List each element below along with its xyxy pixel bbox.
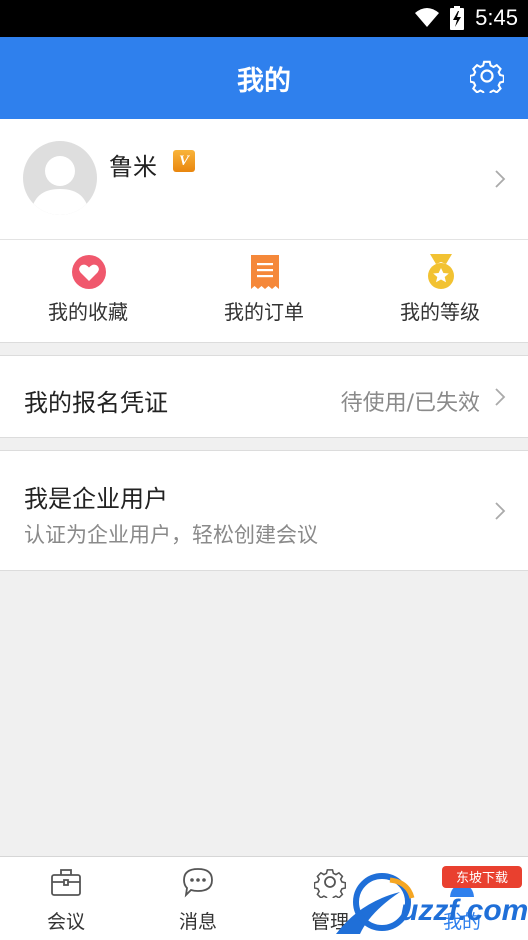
briefcase-icon [51,869,81,896]
row-subtitle: 认证为企业用户，轻松创建会议 [24,523,318,547]
tab-label: 会议 [46,911,85,933]
default-avatar-icon [31,156,89,215]
quick-link-orders[interactable]: 我的订单 [176,240,352,343]
enterprise-user-row[interactable]: 我是企业用户 认证为企业用户，轻松创建会议 [0,450,528,571]
chevron-right-icon [495,388,506,406]
watermark-text: uzzf.com [400,894,528,927]
uzzf-watermark-logo: 东坡下载 uzzf.com [336,866,528,934]
status-time: 5:45 [475,5,518,30]
avatar[interactable] [23,141,97,215]
quick-link-label: 我的收藏 [48,300,128,324]
chat-icon [183,868,213,898]
receipt-icon [251,255,279,289]
chevron-right-icon [495,502,506,520]
profile-card[interactable]: 鲁米 V [0,119,528,240]
registration-voucher-row[interactable]: 我的报名凭证 待使用/已失效 [0,355,528,438]
vip-badge: V [173,150,195,172]
tab-label: 消息 [178,911,217,933]
quick-link-label: 我的订单 [224,300,304,324]
settings-gear-icon[interactable] [470,59,504,93]
quick-link-label: 我的等级 [400,300,480,324]
status-bar: 5:45 [0,0,528,37]
chevron-right-icon [495,170,506,188]
app-header: 我的 [0,37,528,119]
page-title: 我的 [237,66,291,97]
heart-icon [72,255,106,289]
quick-link-level[interactable]: 我的等级 [352,240,528,343]
wifi-icon [415,8,439,27]
tab-messages[interactable]: 消息 [132,857,264,940]
tab-meetings[interactable]: 会议 [0,857,132,940]
row-status: 待使用/已失效 [340,391,480,416]
medal-icon [428,254,454,289]
row-title: 我的报名凭证 [24,389,168,417]
watermark-tag: 东坡下载 [456,871,508,886]
row-title: 我是企业用户 [24,485,168,513]
battery-charging-icon [450,6,464,30]
quick-links: 我的收藏 我的订单 我的等级 [0,240,528,343]
user-name: 鲁米 [109,153,157,181]
quick-link-favorites[interactable]: 我的收藏 [0,240,176,343]
